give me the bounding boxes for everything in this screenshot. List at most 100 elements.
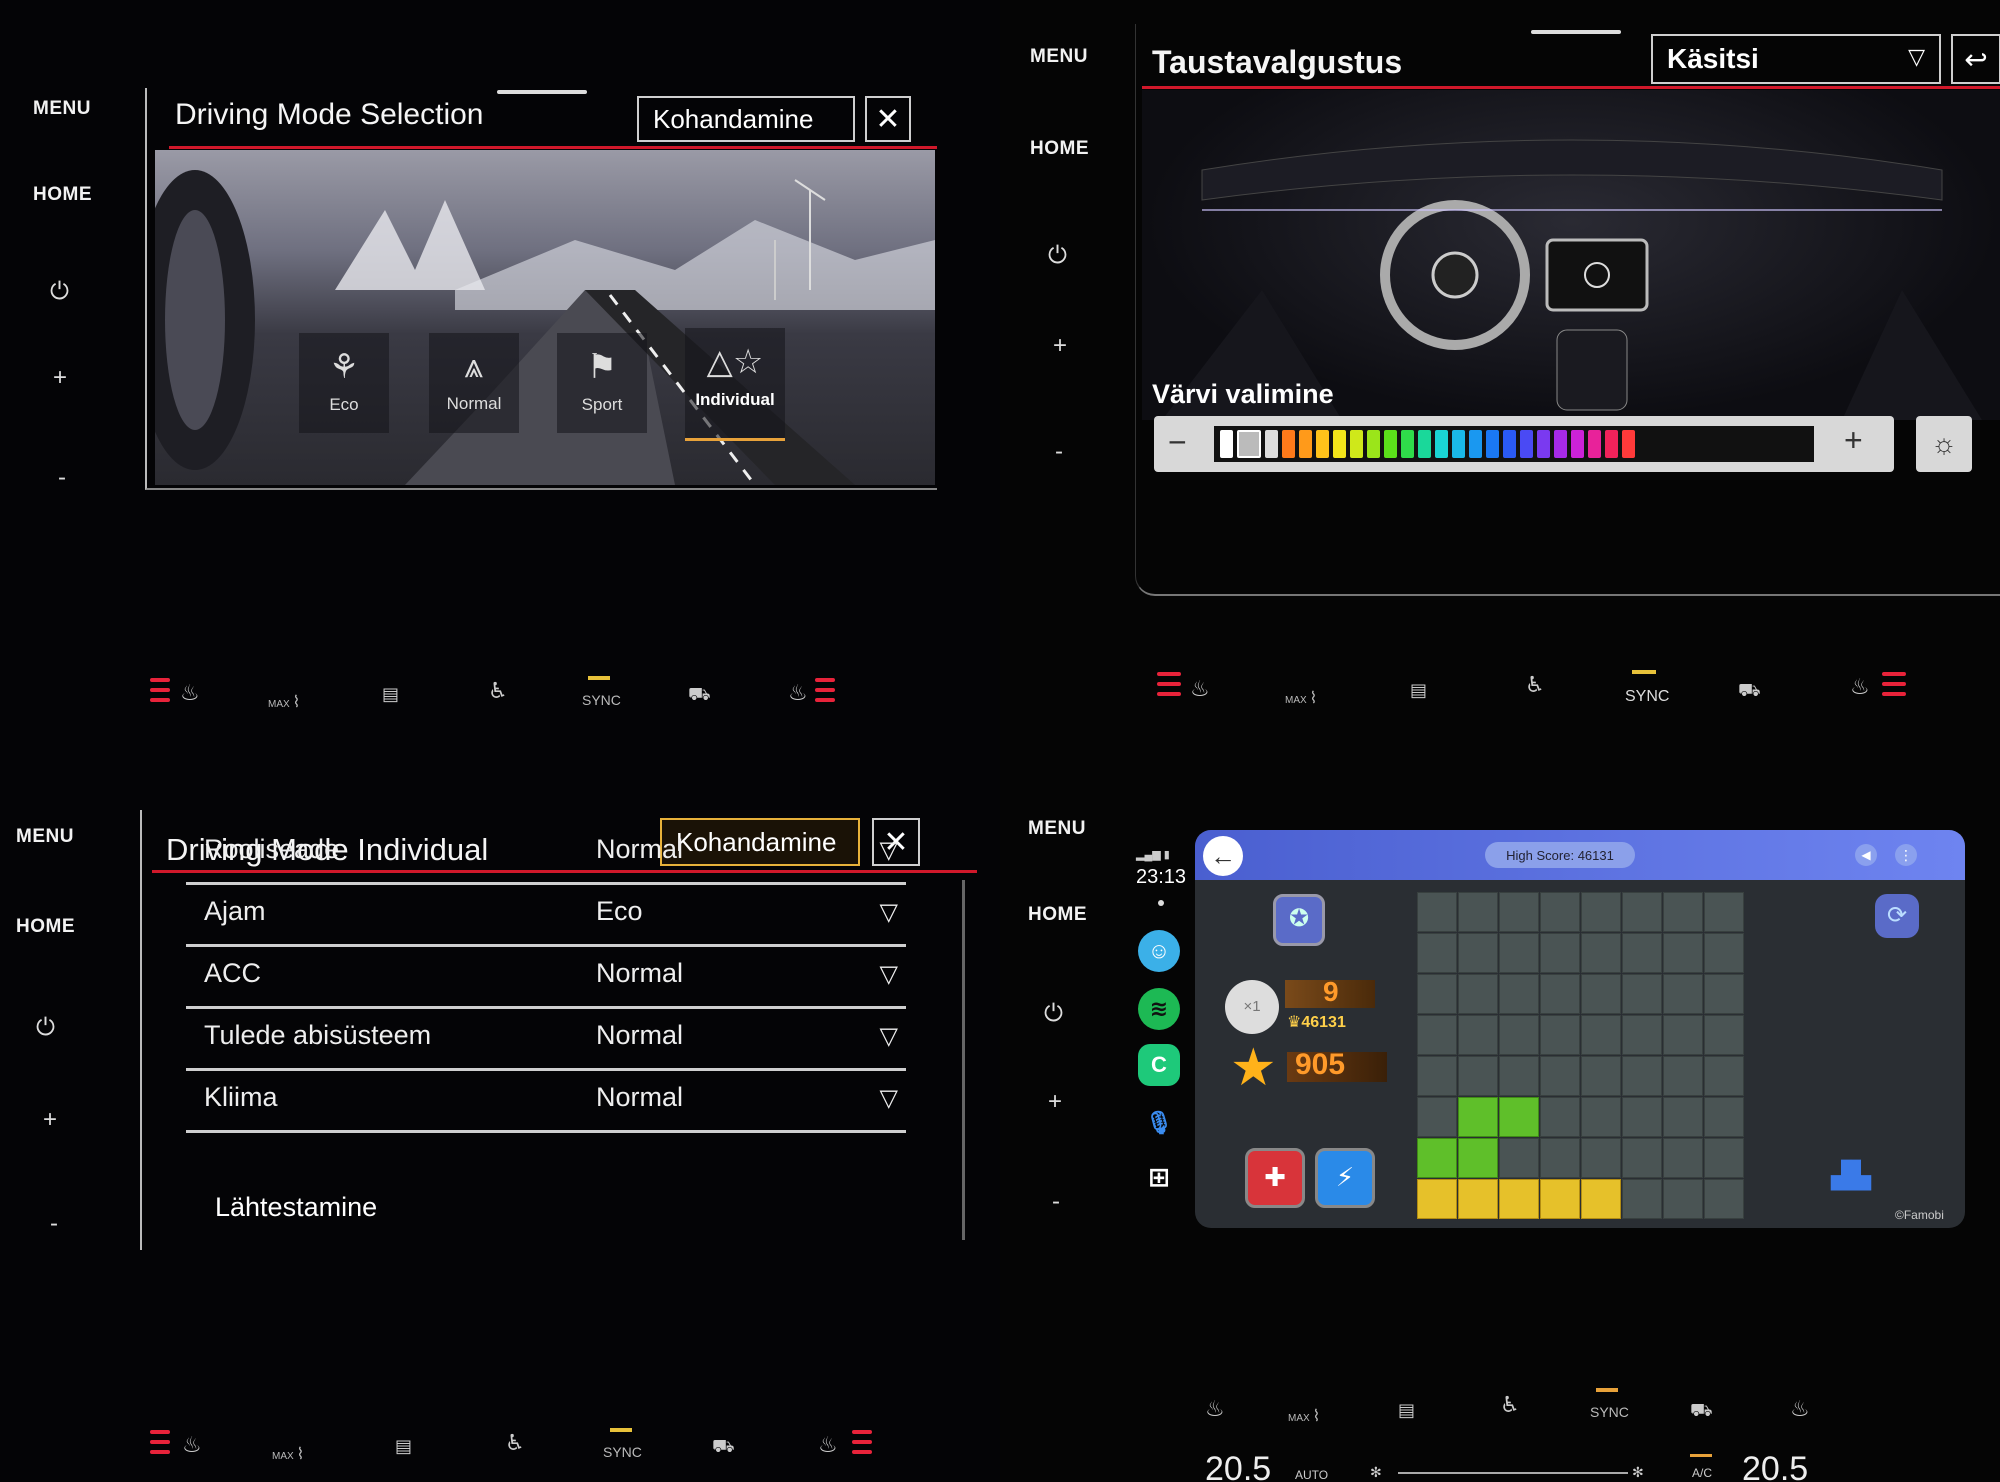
board-cell[interactable] bbox=[1581, 1056, 1621, 1096]
rear-defrost-icon[interactable]: ▤ bbox=[395, 1436, 412, 1457]
board-cell[interactable] bbox=[1663, 1097, 1703, 1137]
board-cell[interactable] bbox=[1499, 1015, 1539, 1055]
board-cell[interactable] bbox=[1417, 1056, 1457, 1096]
board-cell[interactable] bbox=[1581, 1179, 1621, 1219]
board-cell[interactable] bbox=[1417, 933, 1457, 973]
board-cell[interactable] bbox=[1622, 1179, 1662, 1219]
board-cell[interactable] bbox=[1622, 933, 1662, 973]
home-button[interactable]: HOME bbox=[1030, 138, 1089, 160]
mode-tile-sport[interactable]: ⚑ Sport bbox=[557, 333, 647, 433]
volume-down-button[interactable]: - bbox=[1055, 440, 1063, 464]
color-swatch[interactable] bbox=[1520, 430, 1533, 458]
board-cell[interactable] bbox=[1540, 1138, 1580, 1178]
color-swatch-strip[interactable] bbox=[1214, 426, 1814, 462]
board-cell[interactable] bbox=[1663, 933, 1703, 973]
color-increase-button[interactable]: + bbox=[1844, 422, 1863, 459]
home-button[interactable]: HOME bbox=[1028, 904, 1087, 926]
recirculation-icon[interactable]: ⛟ bbox=[688, 684, 711, 708]
color-swatch[interactable] bbox=[1503, 430, 1516, 458]
board-cell[interactable] bbox=[1704, 1056, 1744, 1096]
board-cell[interactable] bbox=[1704, 892, 1744, 932]
recirculation-icon[interactable]: ⛟ bbox=[712, 1436, 735, 1460]
color-swatch[interactable] bbox=[1316, 430, 1329, 458]
board-cell[interactable] bbox=[1622, 1056, 1662, 1096]
board-cell[interactable] bbox=[1417, 1097, 1457, 1137]
seat-ventilation-icon[interactable]: ♿ bbox=[1525, 672, 1545, 698]
board-cell[interactable] bbox=[1704, 1097, 1744, 1137]
volume-up-button[interactable]: + bbox=[1053, 334, 1067, 358]
phone-app-icon[interactable]: C bbox=[1138, 1044, 1180, 1086]
board-cell[interactable] bbox=[1458, 933, 1498, 973]
achievement-badge-icon[interactable]: ✪ bbox=[1273, 894, 1325, 946]
left-temperature[interactable]: 20.5 bbox=[1205, 1450, 1271, 1482]
microphone-icon[interactable]: 🎙 bbox=[1138, 1102, 1180, 1144]
board-cell[interactable] bbox=[1663, 1056, 1703, 1096]
volume-up-button[interactable]: + bbox=[53, 366, 67, 390]
color-swatch[interactable] bbox=[1605, 430, 1618, 458]
color-swatch[interactable] bbox=[1282, 430, 1295, 458]
mode-tile-individual[interactable]: △☆ Individual bbox=[685, 328, 785, 441]
rear-defrost-icon[interactable]: ▤ bbox=[1398, 1400, 1415, 1421]
seat-ventilation-icon[interactable]: ♿ bbox=[488, 678, 508, 704]
fan-speed-slider[interactable] bbox=[1398, 1472, 1628, 1474]
color-swatch[interactable] bbox=[1401, 430, 1414, 458]
max-defrost-button[interactable]: MAX ⌇ bbox=[272, 1444, 304, 1464]
auto-label[interactable]: AUTO bbox=[1295, 1468, 1328, 1482]
board-cell[interactable] bbox=[1499, 974, 1539, 1014]
color-swatch[interactable] bbox=[1571, 430, 1584, 458]
max-defrost-button[interactable]: MAX ⌇ bbox=[1285, 688, 1317, 708]
color-swatch[interactable] bbox=[1622, 430, 1635, 458]
setting-row-light-assist[interactable]: Tulede abisüsteem Normal ▽ bbox=[186, 1008, 906, 1071]
color-swatch-light[interactable] bbox=[1265, 430, 1278, 458]
volume-up-button[interactable]: + bbox=[43, 1108, 57, 1132]
board-cell[interactable] bbox=[1581, 974, 1621, 1014]
volume-down-button[interactable]: - bbox=[58, 466, 66, 490]
power-icon[interactable]: ⏻ bbox=[1048, 244, 1067, 268]
mode-tile-normal[interactable]: ⩓ Normal bbox=[429, 333, 519, 433]
board-cell[interactable] bbox=[1458, 892, 1498, 932]
board-cell[interactable] bbox=[1704, 974, 1744, 1014]
board-cell[interactable] bbox=[1499, 1056, 1539, 1096]
max-defrost-button[interactable]: MAX ⌇ bbox=[268, 692, 300, 712]
refresh-icon[interactable]: ⟳ bbox=[1875, 894, 1919, 938]
back-arrow-button[interactable]: ← bbox=[1203, 836, 1243, 876]
recirculation-icon[interactable]: ⛟ bbox=[1738, 680, 1761, 704]
board-cell[interactable] bbox=[1663, 1179, 1703, 1219]
board-cell[interactable] bbox=[1540, 1056, 1580, 1096]
color-decrease-button[interactable]: − bbox=[1168, 424, 1187, 461]
board-cell[interactable] bbox=[1499, 892, 1539, 932]
color-swatch[interactable] bbox=[1486, 430, 1499, 458]
board-cell[interactable] bbox=[1704, 933, 1744, 973]
brightness-button[interactable]: ☼ bbox=[1916, 416, 1972, 472]
board-cell[interactable] bbox=[1581, 1138, 1621, 1178]
setting-row-climate[interactable]: Kliima Normal ▽ bbox=[186, 1070, 906, 1133]
board-cell[interactable] bbox=[1458, 974, 1498, 1014]
board-cell[interactable] bbox=[1499, 1097, 1539, 1137]
seat-heat-left-icon[interactable]: ♨ bbox=[1205, 1396, 1225, 1422]
ac-button[interactable]: A/C bbox=[1692, 1466, 1712, 1480]
right-temperature[interactable]: 20.5 bbox=[1742, 1450, 1808, 1482]
sync-button[interactable]: SYNC bbox=[1590, 1404, 1629, 1420]
color-swatch[interactable] bbox=[1554, 430, 1567, 458]
board-cell[interactable] bbox=[1663, 1015, 1703, 1055]
seat-heat-left-icon[interactable]: ♨ bbox=[182, 1432, 202, 1458]
seat-heat-left-icon[interactable]: ♨ bbox=[1190, 676, 1210, 702]
board-cell[interactable] bbox=[1581, 1015, 1621, 1055]
color-swatch[interactable] bbox=[1350, 430, 1363, 458]
board-cell[interactable] bbox=[1499, 1179, 1539, 1219]
rear-defrost-icon[interactable]: ▤ bbox=[1410, 680, 1427, 701]
setting-row-steering[interactable]: Rooliseade Normal ▽ bbox=[186, 822, 906, 885]
board-cell[interactable] bbox=[1663, 892, 1703, 932]
scrollbar[interactable] bbox=[962, 880, 965, 1240]
max-defrost-button[interactable]: MAX ⌇ bbox=[1288, 1406, 1320, 1426]
board-cell[interactable] bbox=[1458, 1138, 1498, 1178]
board-cell[interactable] bbox=[1417, 974, 1457, 1014]
board-cell[interactable] bbox=[1540, 892, 1580, 932]
board-cell[interactable] bbox=[1417, 892, 1457, 932]
recirculation-icon[interactable]: ⛟ bbox=[1690, 1400, 1713, 1424]
color-swatch[interactable] bbox=[1299, 430, 1312, 458]
board-cell[interactable] bbox=[1581, 1097, 1621, 1137]
waze-icon[interactable]: ☺ bbox=[1138, 930, 1180, 972]
power-icon[interactable]: ⏻ bbox=[50, 280, 69, 304]
seat-ventilation-icon[interactable]: ♿ bbox=[1500, 1392, 1520, 1418]
